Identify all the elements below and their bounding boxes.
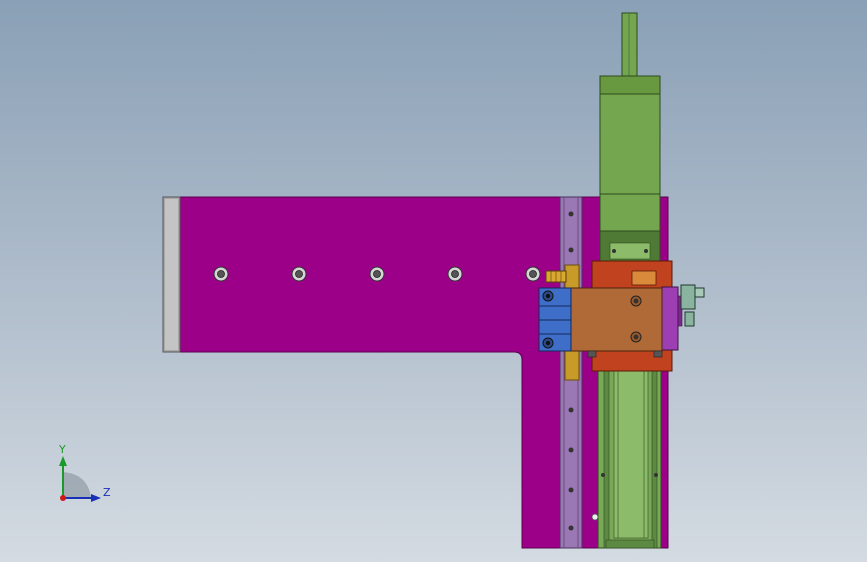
screw-hole bbox=[525, 266, 541, 282]
carriage-block bbox=[567, 287, 663, 358]
coordinate-triad-icon bbox=[59, 456, 101, 502]
axis-z-label: Z bbox=[103, 486, 111, 499]
screw-hole bbox=[447, 266, 463, 282]
clamp-bolt bbox=[542, 290, 554, 302]
clamp-bolt bbox=[542, 337, 554, 349]
mounting-plate bbox=[179, 196, 669, 549]
right-bracket bbox=[661, 286, 679, 351]
reference-marker bbox=[591, 513, 599, 521]
assembly-drawing bbox=[59, 12, 705, 549]
screw-hole bbox=[369, 266, 385, 282]
screw-hole bbox=[291, 266, 307, 282]
servo-motor bbox=[599, 75, 661, 262]
axis-y-label: Y bbox=[59, 443, 66, 456]
blue-clamp-block bbox=[538, 287, 572, 352]
brass-fitting bbox=[545, 270, 567, 283]
carriage-bolt bbox=[630, 295, 642, 307]
screw-hole bbox=[213, 266, 229, 282]
carriage-bolt bbox=[630, 331, 642, 343]
cad-viewport[interactable]: Y Z bbox=[0, 0, 867, 562]
proximity-sensor bbox=[680, 284, 705, 327]
linear-actuator-body bbox=[597, 351, 662, 549]
